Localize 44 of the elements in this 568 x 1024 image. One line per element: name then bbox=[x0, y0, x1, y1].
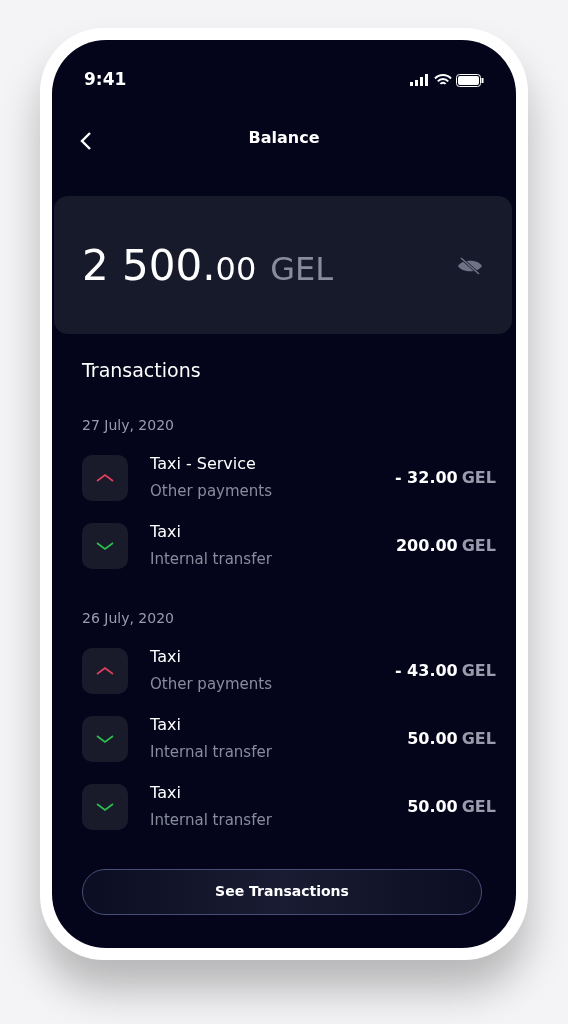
screen-title: Balance bbox=[248, 127, 320, 149]
down-chevron-icon bbox=[95, 732, 115, 745]
transaction-amount: - 43.00 bbox=[394, 659, 458, 682]
transaction-row[interactable]: Taxi Internal transfer 200.00 GEL bbox=[52, 511, 516, 580]
transaction-amount: 50.00 bbox=[407, 727, 458, 750]
back-icon bbox=[80, 130, 92, 151]
transaction-title: Taxi bbox=[150, 646, 182, 669]
eye-slash-icon bbox=[456, 255, 484, 276]
transaction-title: Taxi bbox=[150, 782, 182, 805]
date-label: 26 July, 2020 bbox=[82, 608, 175, 628]
transaction-title: Taxi - Service bbox=[150, 453, 257, 476]
down-chevron-icon bbox=[95, 539, 115, 552]
transaction-currency: GEL bbox=[461, 659, 496, 682]
transaction-currency: GEL bbox=[461, 727, 496, 750]
balance-currency: GEL bbox=[270, 248, 334, 290]
transaction-row[interactable]: Taxi Internal transfer 50.00 GEL bbox=[52, 704, 516, 773]
wifi-icon bbox=[434, 73, 452, 87]
transaction-category: Other payments bbox=[150, 481, 273, 503]
up-chevron-icon bbox=[95, 471, 115, 484]
see-transactions-button[interactable]: See Transactions bbox=[82, 868, 482, 915]
signal-icon bbox=[410, 74, 430, 86]
balance-decimals: 00 bbox=[215, 248, 257, 290]
section-heading: Transactions bbox=[82, 358, 202, 383]
battery-icon bbox=[456, 73, 484, 87]
transaction-row[interactable]: Taxi - Service Other payments - 32.00 GEL bbox=[52, 443, 516, 512]
transaction-amount: 200.00 bbox=[396, 534, 458, 557]
transaction-category: Internal transfer bbox=[150, 810, 273, 832]
status-time: 9:41 bbox=[84, 68, 127, 92]
transaction-category: Internal transfer bbox=[150, 742, 273, 764]
date-label: 27 July, 2020 bbox=[82, 415, 175, 435]
transaction-category: Internal transfer bbox=[150, 549, 273, 571]
transaction-currency: GEL bbox=[461, 795, 496, 818]
transaction-title: Taxi bbox=[150, 521, 182, 544]
down-chevron-icon bbox=[95, 800, 115, 813]
transaction-category: Other payments bbox=[150, 674, 273, 696]
transaction-amount: - 32.00 bbox=[394, 466, 458, 489]
up-chevron-icon bbox=[95, 664, 115, 677]
transaction-row[interactable]: Taxi Other payments - 43.00 GEL bbox=[52, 636, 516, 705]
transaction-currency: GEL bbox=[461, 534, 496, 557]
transaction-title: Taxi bbox=[150, 714, 182, 737]
balance-amount: 2 500. bbox=[82, 239, 216, 292]
transaction-currency: GEL bbox=[461, 466, 496, 489]
transaction-amount: 50.00 bbox=[407, 795, 458, 818]
transaction-row[interactable]: Taxi Internal transfer 50.00 GEL bbox=[52, 772, 516, 841]
